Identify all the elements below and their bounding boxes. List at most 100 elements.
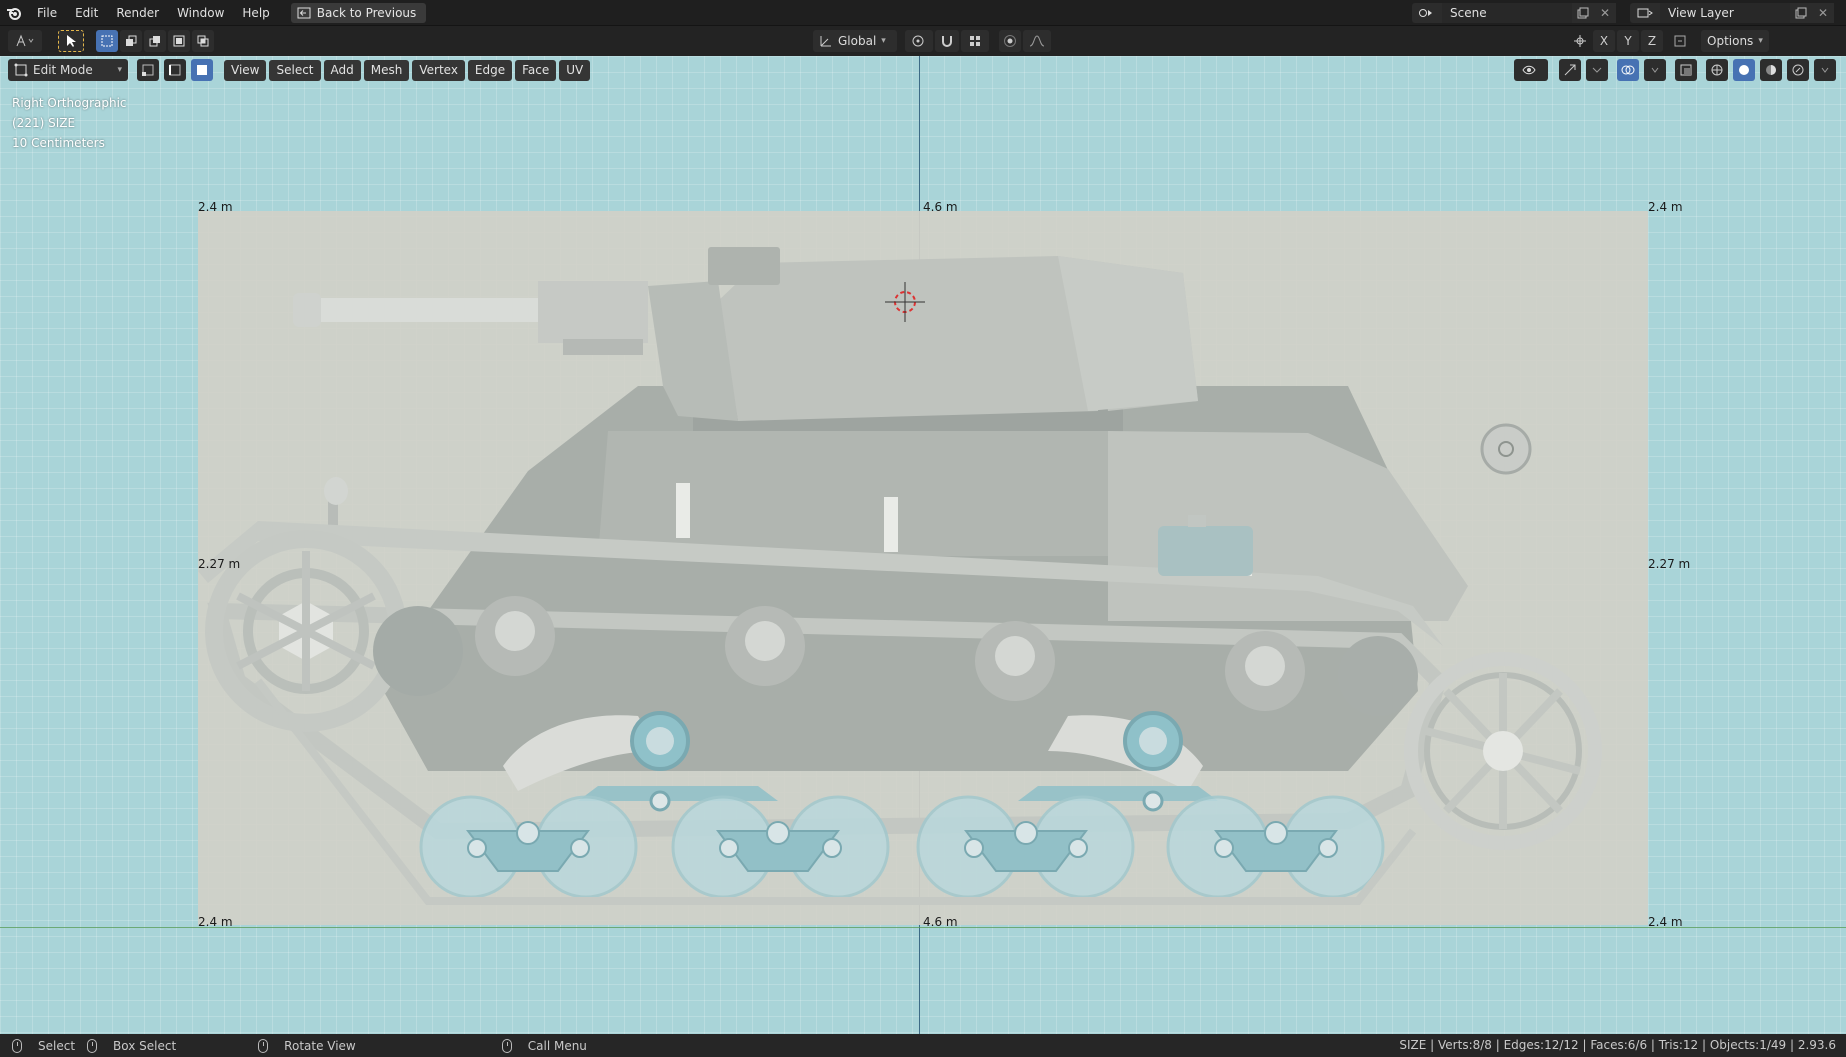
dim-top-right: 2.4 m — [1648, 200, 1683, 214]
status-call-menu-label: Call Menu — [527, 1038, 587, 1053]
gizmo-toggle-icon[interactable] — [1559, 59, 1581, 81]
menu-help[interactable]: Help — [233, 0, 278, 26]
menu-mesh[interactable]: Mesh — [363, 59, 410, 81]
menu-face[interactable]: Face — [515, 59, 557, 81]
select-mode-intersect-icon[interactable] — [192, 30, 214, 52]
scene-icon[interactable] — [1412, 3, 1442, 23]
3d-viewport[interactable]: 2.4 m 4.6 m 2.4 m 2.27 m 2.27 m 2.4 m 4.… — [0, 56, 1846, 1034]
viewport-header: Edit Mode ▾ View Select Add Mesh Vertex … — [8, 59, 591, 81]
select-tool-icon[interactable] — [58, 30, 84, 52]
screen-back-icon — [297, 7, 311, 18]
status-select-label: Select — [38, 1038, 76, 1053]
top-menubar: File Edit Render Window Help Back to Pre… — [0, 0, 1846, 26]
material-preview-icon[interactable] — [1760, 59, 1782, 81]
shading-dropdown-icon[interactable] — [1814, 59, 1836, 81]
select-mode-new-icon[interactable] — [96, 30, 118, 52]
menu-render[interactable]: Render — [107, 0, 168, 26]
options-label: Options — [1707, 34, 1754, 48]
mouse-left-icon — [12, 1038, 22, 1053]
snap-element-icon[interactable] — [961, 30, 989, 52]
overlays-toggle-icon[interactable] — [1617, 59, 1639, 81]
tool-header: Global ▾ X Y Z Options ▾ — [0, 26, 1846, 56]
mode-label: Edit Mode — [33, 63, 93, 77]
xray-toggle-icon[interactable] — [1675, 59, 1697, 81]
chevron-down-icon: ▾ — [1758, 36, 1763, 46]
mouse-middle-icon — [258, 1038, 269, 1053]
blender-logo-icon[interactable] — [0, 0, 28, 26]
viewport-header-right — [1514, 59, 1838, 81]
scene-statistics: SIZE | Verts:8/8 | Edges:12/12 | Faces:6… — [1399, 1038, 1836, 1052]
mirror-x-toggle[interactable]: X — [1593, 30, 1615, 52]
edge-select-mode-icon[interactable] — [164, 59, 186, 81]
gizmo-dropdown-icon[interactable] — [1586, 59, 1608, 81]
grid-scale-text: 10 Centimeters — [12, 136, 105, 150]
menu-file[interactable]: File — [28, 0, 66, 26]
vertex-select-mode-icon[interactable] — [137, 59, 159, 81]
rendered-shading-icon[interactable] — [1787, 59, 1809, 81]
delete-scene-icon[interactable]: ✕ — [1594, 3, 1616, 23]
scene-selector[interactable]: Scene ✕ — [1412, 3, 1616, 23]
menu-select[interactable]: Select — [269, 59, 321, 81]
back-to-previous-label: Back to Previous — [316, 5, 417, 20]
overlays-dropdown-icon[interactable] — [1644, 59, 1666, 81]
gizmo-icon[interactable] — [1569, 30, 1591, 52]
menu-window[interactable]: Window — [168, 0, 233, 26]
options-dropdown[interactable]: Options ▾ — [1701, 30, 1769, 52]
tank-reference-model[interactable] — [198, 211, 1648, 925]
status-rotate-view-label: Rotate View — [284, 1038, 356, 1053]
status-box-select-hint: Box Select — [87, 1038, 177, 1053]
view-layer-name-field[interactable]: View Layer — [1660, 3, 1790, 23]
menu-edge[interactable]: Edge — [467, 59, 513, 81]
face-select-mode-icon[interactable] — [191, 59, 213, 81]
mouse-drag-icon — [87, 1038, 98, 1053]
wireframe-shading-icon[interactable] — [1706, 59, 1728, 81]
view-layer-icon[interactable] — [1630, 3, 1660, 23]
new-view-layer-icon[interactable] — [1790, 3, 1812, 23]
mirror-z-toggle[interactable]: Z — [1641, 30, 1663, 52]
menu-view[interactable]: View — [224, 59, 267, 81]
dim-bottom-left: 2.4 m — [198, 915, 233, 929]
solid-shading-icon[interactable] — [1733, 59, 1755, 81]
snap-toggle-icon[interactable] — [935, 30, 959, 52]
status-box-select-label: Box Select — [113, 1038, 177, 1053]
editor-type-icon[interactable] — [8, 30, 42, 52]
edit-mode-icon — [14, 63, 28, 77]
dim-top-left: 2.4 m — [198, 200, 233, 214]
back-to-previous-button[interactable]: Back to Previous — [290, 2, 427, 23]
mouse-right-icon — [501, 1038, 512, 1053]
proportional-falloff-icon[interactable] — [1023, 30, 1051, 52]
scene-name-field[interactable]: Scene — [1442, 3, 1572, 23]
select-mode-invert-icon[interactable] — [168, 30, 190, 52]
status-call-menu-hint: Call Menu — [501, 1038, 587, 1053]
select-mode-subtract-icon[interactable] — [144, 30, 166, 52]
transform-orientation-dropdown[interactable]: Global ▾ — [813, 30, 897, 52]
menu-uv[interactable]: UV — [559, 59, 591, 81]
mode-dropdown[interactable]: Edit Mode ▾ — [8, 59, 128, 81]
transform-orientation-label: Global — [838, 34, 877, 48]
view-layer-selector[interactable]: View Layer ✕ — [1630, 3, 1834, 23]
mirror-y-toggle[interactable]: Y — [1617, 30, 1639, 52]
proportional-editing-icon[interactable] — [999, 30, 1021, 52]
status-bar: Select Box Select Rotate View Call Menu … — [0, 1034, 1846, 1057]
auto-merge-icon[interactable] — [1669, 30, 1691, 52]
view-name-text: Right Orthographic — [12, 96, 127, 110]
menu-add[interactable]: Add — [323, 59, 361, 81]
pivot-point-icon[interactable] — [905, 30, 933, 52]
menu-edit[interactable]: Edit — [66, 0, 107, 26]
menu-vertex[interactable]: Vertex — [412, 59, 465, 81]
orientation-axes-icon — [820, 36, 831, 47]
new-scene-icon[interactable] — [1572, 3, 1594, 23]
visibility-eye-icon[interactable] — [1514, 59, 1548, 81]
status-rotate-view-hint: Rotate View — [258, 1038, 356, 1053]
status-select-hint: Select — [12, 1038, 76, 1053]
dim-mid-left: 2.27 m — [198, 557, 241, 571]
object-info-text: (221) SIZE — [12, 116, 76, 130]
delete-view-layer-icon[interactable]: ✕ — [1812, 3, 1834, 23]
dim-mid-right: 2.27 m — [1648, 557, 1691, 571]
chevron-down-icon: ▾ — [881, 36, 886, 46]
select-mode-extend-icon[interactable] — [120, 30, 142, 52]
dim-bottom-right: 2.4 m — [1648, 915, 1683, 929]
chevron-down-icon: ▾ — [117, 65, 122, 75]
dim-top-center: 4.6 m — [923, 200, 958, 214]
dim-bottom-center: 4.6 m — [923, 915, 958, 929]
